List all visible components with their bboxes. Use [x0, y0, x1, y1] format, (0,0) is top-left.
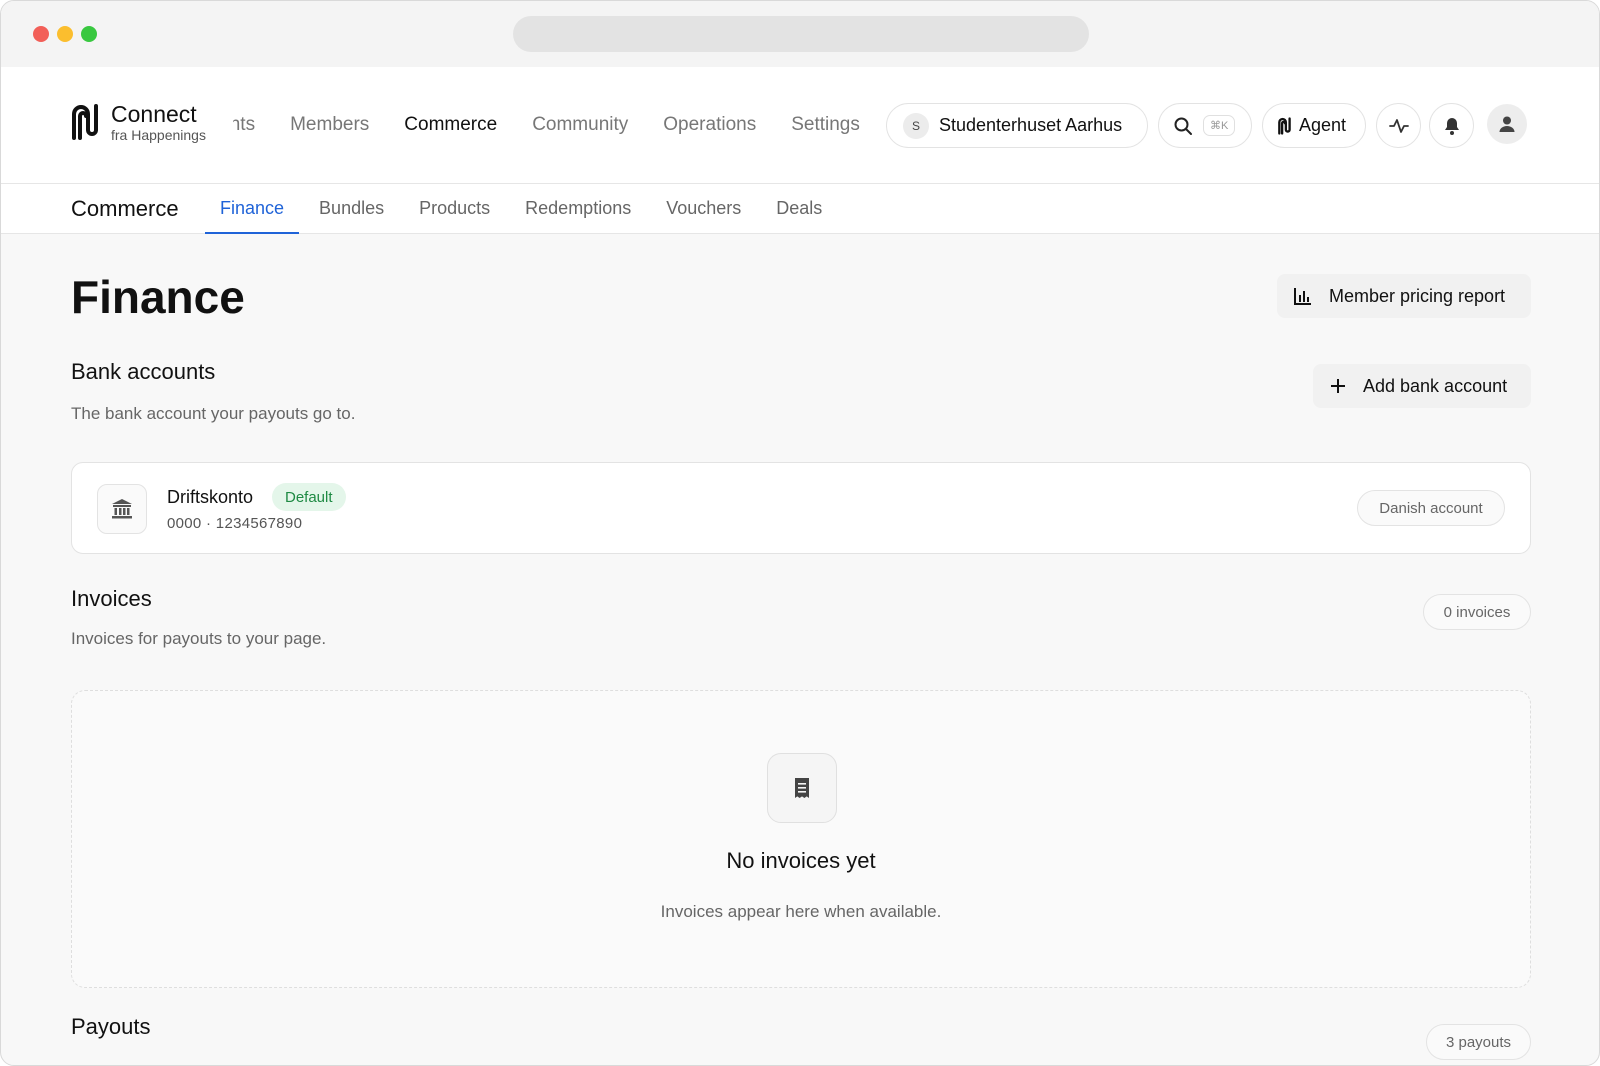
org-avatar: S	[903, 112, 929, 139]
bank-account-card[interactable]: Driftskonto Default 0000 · 1234567890 Da…	[71, 462, 1531, 554]
browser-titlebar	[1, 1, 1599, 67]
brand-subtitle: fra Happenings	[111, 127, 206, 143]
close-window-button[interactable]	[33, 26, 49, 42]
minimize-window-button[interactable]	[57, 26, 73, 42]
main-nav: Events Members Commerce Community Operat…	[233, 103, 876, 147]
brand-title: Connect	[111, 101, 197, 127]
brand[interactable]: Connect fra Happenings	[69, 101, 206, 143]
invoices-title: Invoices	[71, 586, 152, 611]
top-navigation: Connect fra Happenings Events Members Co…	[1, 67, 1599, 184]
plus-icon	[1331, 379, 1345, 393]
subnav-section-title: Commerce	[71, 196, 179, 221]
bank-icon-wrapper	[97, 484, 147, 534]
nav-commerce[interactable]: Commerce	[404, 114, 497, 136]
nav-operations[interactable]: Operations	[663, 114, 756, 136]
nav-community[interactable]: Community	[532, 114, 628, 136]
organization-switcher[interactable]: S Studenterhuset Aarhus	[886, 103, 1148, 148]
activity-button[interactable]	[1376, 103, 1421, 148]
member-pricing-report-button[interactable]: Member pricing report	[1277, 274, 1531, 318]
bar-chart-icon	[1294, 288, 1311, 305]
maximize-window-button[interactable]	[81, 26, 97, 42]
bank-accounts-title: Bank accounts	[71, 359, 216, 384]
receipt-icon	[795, 778, 809, 798]
bank-account-number: 0000 · 1234567890	[167, 515, 303, 532]
invoices-empty-state: No invoices yet Invoices appear here whe…	[71, 690, 1531, 988]
nav-events[interactable]: Events	[233, 114, 255, 136]
activity-icon	[1388, 118, 1409, 133]
agent-label: Agent	[1299, 115, 1347, 135]
agent-button[interactable]: Agent	[1262, 103, 1366, 148]
receipt-icon-wrapper	[767, 753, 837, 823]
search-button[interactable]: ⌘K	[1158, 103, 1252, 148]
page-title: Finance	[71, 271, 245, 323]
tab-finance[interactable]: Finance	[205, 184, 300, 234]
default-badge: Default	[272, 483, 346, 511]
add-bank-account-label: Add bank account	[1363, 375, 1508, 396]
tab-vouchers[interactable]: Vouchers	[651, 184, 756, 234]
bank-icon	[112, 499, 132, 519]
bank-account-name: Driftskonto	[167, 487, 254, 507]
search-icon	[1174, 117, 1192, 135]
agent-logo-icon	[1278, 116, 1291, 135]
org-name: Studenterhuset Aarhus	[939, 115, 1123, 135]
address-bar[interactable]	[513, 16, 1089, 52]
browser-window: Connect fra Happenings Events Members Co…	[0, 0, 1600, 1066]
bell-icon	[1444, 117, 1459, 135]
bank-accounts-description: The bank account your payouts go to.	[71, 404, 356, 423]
payouts-title: Payouts	[71, 1014, 151, 1039]
user-icon	[1499, 116, 1515, 132]
user-avatar[interactable]	[1487, 104, 1527, 144]
notifications-button[interactable]	[1429, 103, 1474, 148]
member-pricing-report-label: Member pricing report	[1329, 285, 1506, 306]
tab-deals[interactable]: Deals	[761, 184, 837, 234]
search-shortcut: ⌘K	[1203, 115, 1236, 136]
payouts-count-chip: 3 payouts	[1426, 1024, 1531, 1060]
tab-products[interactable]: Products	[404, 184, 505, 234]
add-bank-account-button[interactable]: Add bank account	[1313, 364, 1531, 408]
invoices-count-chip: 0 invoices	[1423, 594, 1531, 630]
tab-redemptions[interactable]: Redemptions	[510, 184, 646, 234]
tab-bundles[interactable]: Bundles	[304, 184, 399, 234]
account-type-chip: Danish account	[1357, 490, 1505, 526]
invoices-description: Invoices for payouts to your page.	[71, 629, 327, 648]
empty-state-title: No invoices yet	[726, 848, 876, 873]
nav-settings[interactable]: Settings	[791, 114, 860, 136]
commerce-subnav: Commerce Finance Bundles Products Redemp…	[1, 184, 1599, 234]
empty-state-description: Invoices appear here when available.	[660, 902, 942, 921]
connect-logo-icon	[72, 104, 98, 140]
nav-members[interactable]: Members	[290, 114, 369, 136]
